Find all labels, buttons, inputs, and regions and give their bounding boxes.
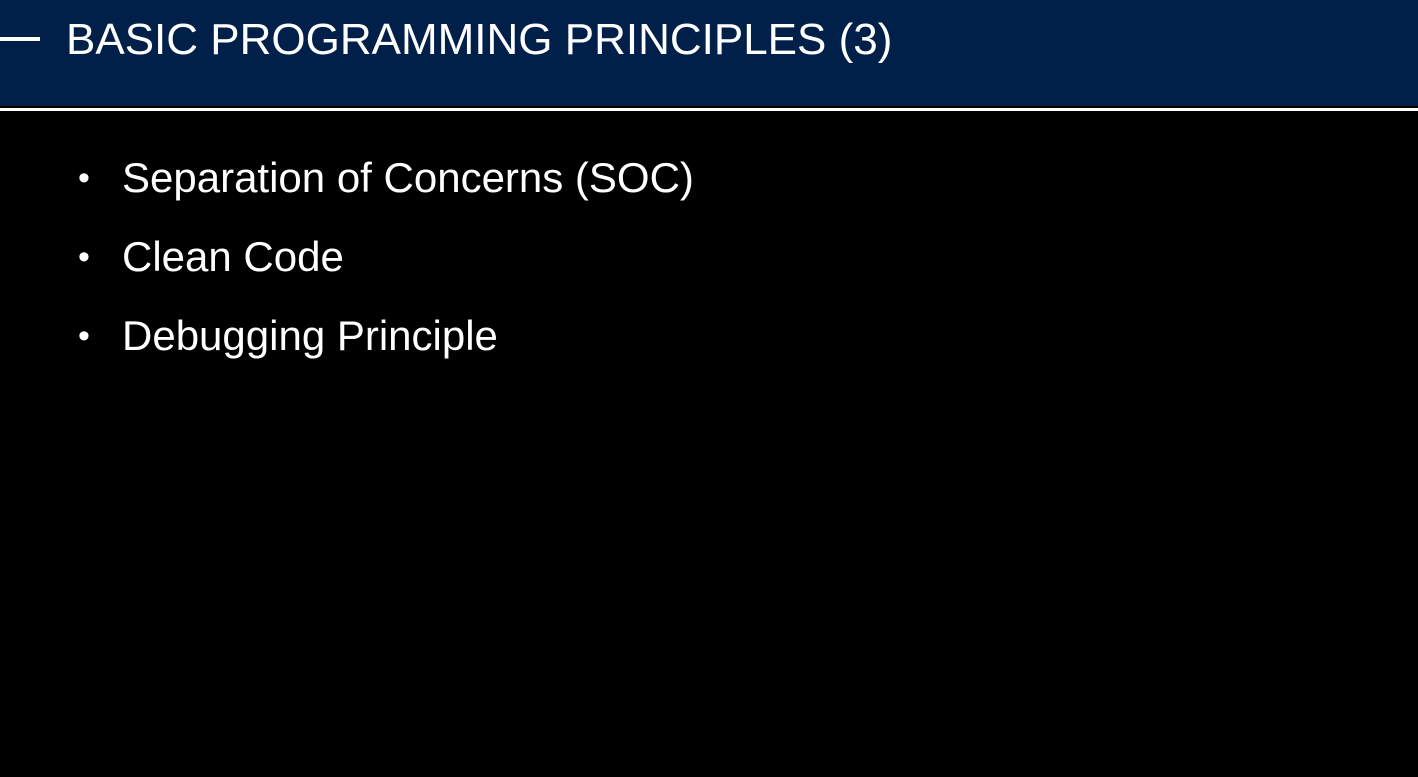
header-divider <box>0 108 1418 111</box>
bullet-icon: • <box>78 317 90 355</box>
slide: BASIC PROGRAMMING PRINCIPLES (3) • Separ… <box>0 0 1418 777</box>
slide-title: BASIC PROGRAMMING PRINCIPLES (3) <box>66 15 893 64</box>
bullet-label: Clean Code <box>122 233 344 280</box>
header-accent-dash <box>0 37 40 41</box>
slide-header: BASIC PROGRAMMING PRINCIPLES (3) <box>0 0 1418 106</box>
bullet-label: Debugging Principle <box>122 312 498 359</box>
bullet-icon: • <box>78 159 90 197</box>
bullet-label: Separation of Concerns (SOC) <box>122 154 694 201</box>
bullet-icon: • <box>78 238 90 276</box>
